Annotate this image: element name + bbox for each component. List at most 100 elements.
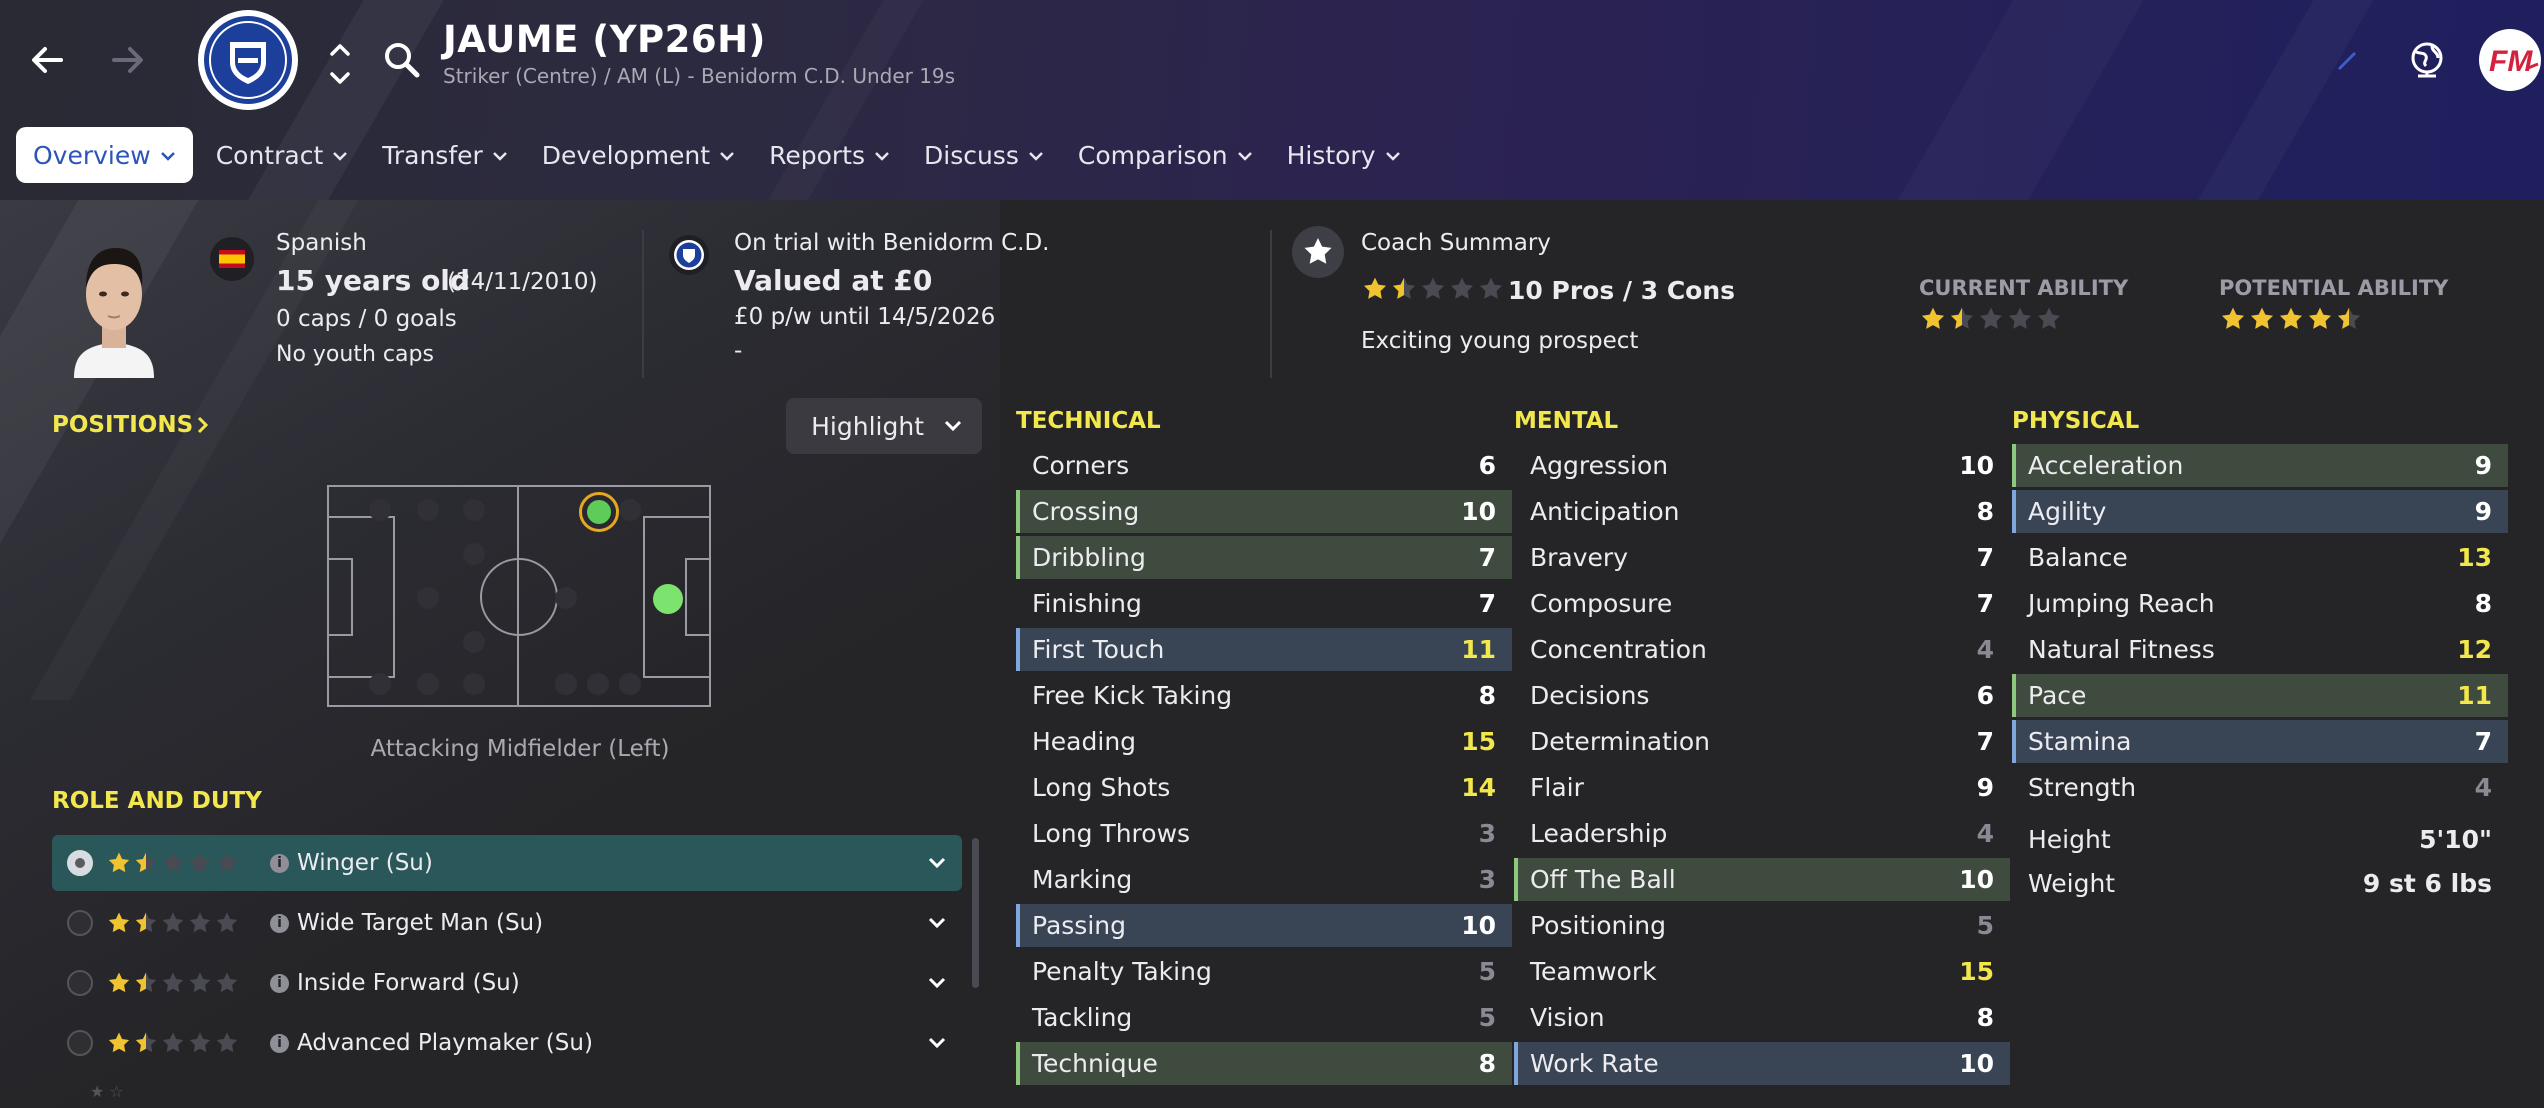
attribute-name: Crossing — [1032, 497, 1140, 526]
technical-title: TECHNICAL — [1016, 408, 1161, 434]
role-label-wrap: i Wide Target Man (Su) — [270, 910, 543, 936]
role-row[interactable]: i Winger (Su) — [52, 835, 962, 891]
weight-label: Weight — [2028, 869, 2116, 898]
star-icon — [189, 912, 211, 933]
position-dot — [463, 543, 485, 565]
star-icon — [2221, 307, 2245, 329]
youth-caps: No youth caps — [276, 342, 434, 367]
club-crest-button[interactable] — [196, 8, 300, 112]
attribute-row: Long Shots 14 — [1016, 766, 1512, 809]
tab-transfer[interactable]: Transfer — [365, 127, 525, 183]
attribute-name: Penalty Taking — [1032, 957, 1212, 986]
height-label: Height — [2028, 825, 2111, 854]
chevron-down-icon — [875, 152, 889, 161]
arrow-right-icon — [112, 47, 143, 73]
info-icon[interactable]: i — [270, 913, 289, 933]
role-radio[interactable] — [67, 1030, 93, 1056]
coach-summary-text: Exciting young prospect — [1361, 328, 1639, 354]
attribute-row: First Touch 11 — [1016, 628, 1512, 671]
tab-label: Reports — [769, 140, 865, 170]
attribute-row: Penalty Taking 5 — [1016, 950, 1512, 993]
role-label: Inside Forward (Su) — [297, 970, 520, 996]
role-label-wrap: i Inside Forward (Su) — [270, 970, 520, 996]
forward-button[interactable] — [96, 28, 160, 92]
position-dot — [555, 673, 577, 695]
info-icon[interactable]: i — [270, 853, 289, 873]
fm-menu-button[interactable]: FM — [2478, 28, 2542, 92]
attribute-name: Concentration — [1530, 635, 1707, 664]
attribute-name: Long Shots — [1032, 773, 1171, 802]
tab-history[interactable]: History — [1270, 127, 1418, 183]
chevron-down-icon[interactable] — [928, 1037, 946, 1049]
role-row[interactable]: i Inside Forward (Su) — [52, 955, 962, 1011]
attribute-name: Stamina — [2028, 727, 2132, 756]
player-switcher[interactable] — [324, 36, 356, 92]
player-subtitle: Striker (Centre) / AM (L) - Benidorm C.D… — [443, 64, 956, 88]
attribute-value: 4 — [1976, 635, 1994, 664]
info-icon[interactable]: i — [270, 1033, 289, 1053]
attribute-value: 7 — [1976, 727, 1994, 756]
role-radio[interactable] — [67, 970, 93, 996]
tab-contract[interactable]: Contract — [199, 127, 366, 183]
positions-title: POSITIONS — [52, 412, 194, 438]
attribute-value: 8 — [1976, 1003, 1994, 1032]
attribute-name: Aggression — [1530, 451, 1669, 480]
potential-ability-label: POTENTIAL ABILITY — [2219, 276, 2449, 300]
coach-star-rating — [1362, 276, 1507, 302]
attribute-name: Decisions — [1530, 681, 1650, 710]
attribute-name: Off The Ball — [1530, 865, 1676, 894]
role-row[interactable]: i Advanced Playmaker (Su) — [52, 1015, 962, 1071]
role-radio[interactable] — [67, 850, 93, 876]
edit-button[interactable] — [2332, 44, 2362, 74]
role-radio[interactable] — [67, 910, 93, 936]
attribute-name: Strength — [2028, 773, 2137, 802]
tab-discuss[interactable]: Discuss — [907, 127, 1061, 183]
role-star-rating — [107, 911, 242, 935]
chevron-down-icon[interactable] — [928, 917, 946, 929]
nationality: Spanish — [276, 230, 367, 256]
attribute-row: Decisions 6 — [1514, 674, 2010, 717]
chevron-down-icon — [720, 152, 734, 161]
tab-reports[interactable]: Reports — [752, 127, 907, 183]
info-icon[interactable]: i — [270, 973, 289, 993]
tab-comparison[interactable]: Comparison — [1061, 127, 1270, 183]
search-button[interactable] — [382, 40, 422, 80]
attribute-name: Technique — [1032, 1049, 1158, 1078]
attribute-value: 4 — [2474, 773, 2492, 802]
world-button[interactable] — [2404, 38, 2450, 84]
role-row[interactable]: i Wide Target Man (Su) — [52, 895, 962, 951]
tab-development[interactable]: Development — [525, 127, 752, 183]
star-icon — [1979, 307, 2003, 329]
position-caption: Attacking Midfielder (Left) — [370, 736, 670, 762]
attribute-row: Off The Ball 10 — [1514, 858, 2010, 901]
chevron-down-icon[interactable] — [928, 857, 946, 869]
role-scrollbar[interactable] — [972, 838, 979, 988]
position-dot — [587, 673, 609, 695]
attribute-row: Stamina 7 — [2012, 720, 2508, 763]
current-ability-stars — [1920, 306, 2065, 332]
attribute-row: Dribbling 7 — [1016, 536, 1512, 579]
height-row: Height 5'10" — [2012, 818, 2508, 861]
star-icon — [216, 1032, 238, 1053]
club-crest-small-icon — [669, 235, 709, 275]
chevron-down-icon[interactable] — [928, 977, 946, 989]
tab-overview[interactable]: Overview — [16, 127, 193, 183]
attribute-row: Teamwork 15 — [1514, 950, 2010, 993]
star-icon — [135, 972, 157, 993]
positions-link[interactable]: POSITIONS — [52, 412, 210, 438]
chevron-down-icon — [944, 420, 962, 432]
divider — [1270, 230, 1272, 378]
attribute-name: Agility — [2028, 497, 2107, 526]
tab-label: Overview — [33, 140, 151, 170]
back-button[interactable] — [15, 28, 79, 92]
star-icon — [2037, 307, 2061, 329]
attribute-row: Balance 13 — [2012, 536, 2508, 579]
chevron-down-icon — [333, 152, 348, 161]
position-dot — [463, 631, 485, 653]
star-icon — [1392, 277, 1416, 299]
star-icon — [162, 852, 184, 873]
star-icon — [1450, 277, 1474, 299]
attribute-name: Natural Fitness — [2028, 635, 2215, 664]
star-icon — [2337, 307, 2361, 329]
highlight-dropdown[interactable]: Highlight — [786, 398, 982, 454]
